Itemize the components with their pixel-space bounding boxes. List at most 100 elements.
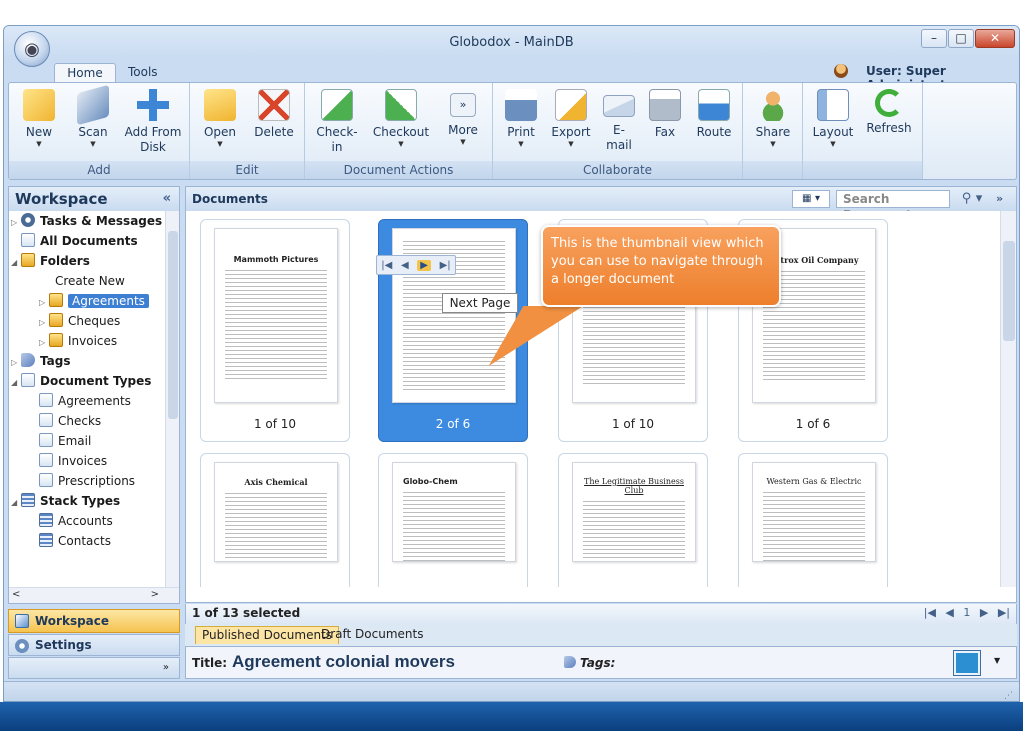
tree-item-agreements-type[interactable]: Agreements	[39, 391, 131, 411]
tree-label: Prescriptions	[58, 474, 136, 488]
tree-item-all-documents[interactable]: All Documents	[21, 231, 138, 251]
print-button[interactable]: Print ▼	[497, 87, 545, 159]
more-button[interactable]: » More ▼	[437, 87, 489, 159]
tree-item-email[interactable]: Email	[39, 431, 91, 451]
application-menu-button[interactable]: ◉	[14, 31, 50, 67]
nav-settings-button[interactable]: Settings	[8, 634, 180, 656]
thumbnail-card[interactable]: Mammoth Pictures 1 of 10	[200, 219, 350, 442]
workspace-horizontal-scrollbar[interactable]: < >	[9, 587, 179, 603]
tree-item-accounts[interactable]: Accounts	[39, 511, 113, 531]
previous-page-icon[interactable]: ◀	[401, 260, 409, 271]
share-button[interactable]: Share ▼	[747, 87, 799, 159]
dropdown-arrow-icon: ▼	[36, 140, 42, 148]
tree-item-stack-types[interactable]: ◢ Stack Types	[11, 491, 120, 511]
page-count: 1 of 10	[611, 417, 655, 431]
expand-arrow-icon[interactable]: ▷	[39, 313, 49, 333]
tree-item-prescriptions[interactable]: Prescriptions	[39, 471, 135, 491]
delete-button[interactable]: Delete	[248, 87, 300, 159]
tree-item-document-types[interactable]: ◢ Document Types	[11, 371, 151, 391]
thumbnail-card-selected[interactable]: 2 of 6	[378, 219, 528, 442]
tree-item-invoices-folder[interactable]: ▷ Invoices	[39, 331, 117, 351]
tree-item-agreements-folder[interactable]: ▷ Agreements	[39, 291, 149, 311]
search-button[interactable]: ⚲ ▾	[954, 189, 990, 209]
collapse-panel-button[interactable]: «	[163, 187, 171, 211]
thumbnail-grid: Mammoth Pictures 1 of 10 2 of 6 1 of 10 P…	[186, 211, 1000, 587]
scrollbar-thumb[interactable]	[1003, 241, 1015, 341]
tree-item-cheques[interactable]: ▷ Cheques	[39, 311, 120, 331]
thumbnail-card[interactable]: Globo-Chem	[378, 453, 528, 587]
document-properties-bar: Title: Agreement colonial movers Tags: ▼	[185, 646, 1017, 679]
tree-label: Checks	[58, 414, 102, 428]
last-page-icon[interactable]: ▶|	[440, 260, 451, 271]
dropdown-arrow-icon[interactable]: ▼	[994, 656, 1000, 665]
tree-item-contacts[interactable]: Contacts	[39, 531, 111, 551]
preview-button[interactable]	[954, 651, 980, 675]
tab-draft-documents[interactable]: Draft Documents	[315, 626, 429, 644]
resize-grip-icon[interactable]: ⋰	[1004, 691, 1013, 701]
search-input[interactable]: Search Documents	[836, 190, 950, 222]
collapse-arrow-icon[interactable]: ◢	[11, 373, 21, 393]
tree-item-checks[interactable]: Checks	[39, 411, 101, 431]
thumbnail-card[interactable]: The Legitimate Business Club	[558, 453, 708, 587]
tree-item-invoices-type[interactable]: Invoices	[39, 451, 107, 471]
refresh-button[interactable]: Refresh	[863, 87, 915, 159]
group-document-actions: Check- in Checkout ▼ » More ▼ Document Acti…	[305, 83, 493, 179]
expand-arrow-icon[interactable]: ▷	[39, 293, 49, 313]
fax-button[interactable]: Fax	[643, 87, 687, 159]
tree-item-create-new[interactable]: Create New	[55, 271, 125, 291]
scroll-left-icon[interactable]: <	[12, 588, 20, 602]
thumbnail-card[interactable]: Axis Chemical	[200, 453, 350, 587]
documents-vertical-scrollbar[interactable]	[1000, 211, 1016, 587]
collapse-arrow-icon[interactable]: ◢	[11, 493, 21, 513]
scroll-right-icon[interactable]: >	[151, 588, 159, 602]
folder-icon	[21, 253, 35, 267]
expand-arrow-icon[interactable]: ▷	[11, 213, 21, 233]
tree-item-tags[interactable]: ▷ Tags	[11, 351, 70, 371]
nav-workspace-button[interactable]: Workspace	[8, 609, 180, 633]
page-heading: Western Gas & Electric	[766, 477, 862, 486]
first-page-icon[interactable]: |◀	[381, 260, 392, 271]
new-button[interactable]: New ▼	[13, 87, 65, 159]
thumbnail-card[interactable]: Western Gas & Electric	[738, 453, 888, 587]
next-page-icon[interactable]: ▶	[417, 259, 431, 271]
tree-item-tasks-messages[interactable]: ▷ Tasks & Messages	[11, 211, 162, 231]
export-button[interactable]: Export ▼	[547, 87, 595, 159]
layout-button[interactable]: Layout ▼	[807, 87, 859, 159]
tag-icon	[21, 353, 35, 367]
tab-tools[interactable]: Tools	[118, 63, 168, 82]
collapse-arrow-icon[interactable]: ◢	[11, 253, 21, 273]
maximize-button[interactable]: □	[948, 29, 974, 48]
scrollbar-thumb[interactable]	[168, 231, 178, 419]
documents-panel: Documents ▦ ▾ Search Documents ⚲ ▾ » Mam…	[185, 186, 1017, 603]
selection-count: 1 of 13 selected	[192, 606, 301, 620]
check-in-button[interactable]: Check- in	[311, 87, 363, 159]
fax-label: Fax	[654, 125, 676, 139]
add-from-disk-button[interactable]: Add From Disk	[121, 87, 185, 159]
page-preview: Globo-Chem	[392, 462, 516, 562]
workspace-vertical-scrollbar[interactable]	[165, 211, 179, 587]
document-title-value[interactable]: Agreement colonial movers	[232, 652, 455, 672]
scan-button[interactable]: Scan ▼	[67, 84, 119, 159]
list-icon	[39, 513, 53, 527]
layout-label: Layout	[812, 125, 854, 139]
minimize-button[interactable]: –	[921, 29, 947, 48]
email-button[interactable]: E- mail	[597, 87, 641, 159]
result-pager[interactable]: |◀ ◀ 1 ▶ ▶|	[924, 606, 1010, 619]
page-preview: The Legitimate Business Club	[572, 462, 696, 562]
route-button[interactable]: Route	[689, 87, 739, 159]
view-mode-button[interactable]: ▦ ▾	[792, 190, 830, 208]
tree-item-folders[interactable]: ◢ Folders	[11, 251, 90, 271]
folder-open-icon	[204, 89, 236, 121]
nav-overflow-button[interactable]: »	[8, 657, 180, 679]
page-preview: Mammoth Pictures	[214, 228, 338, 403]
window-status-strip: ⋰	[4, 681, 1019, 701]
checkout-button[interactable]: Checkout ▼	[371, 87, 431, 159]
open-button[interactable]: Open ▼	[194, 87, 246, 159]
panel-options-button[interactable]: »	[996, 189, 1010, 209]
desktop-background	[0, 0, 1023, 25]
expand-arrow-icon[interactable]: ▷	[39, 333, 49, 353]
share-label: Share	[755, 125, 791, 139]
expand-arrow-icon[interactable]: ▷	[11, 353, 21, 373]
tab-home[interactable]: Home	[54, 63, 116, 82]
close-button[interactable]: ✕	[975, 29, 1015, 48]
